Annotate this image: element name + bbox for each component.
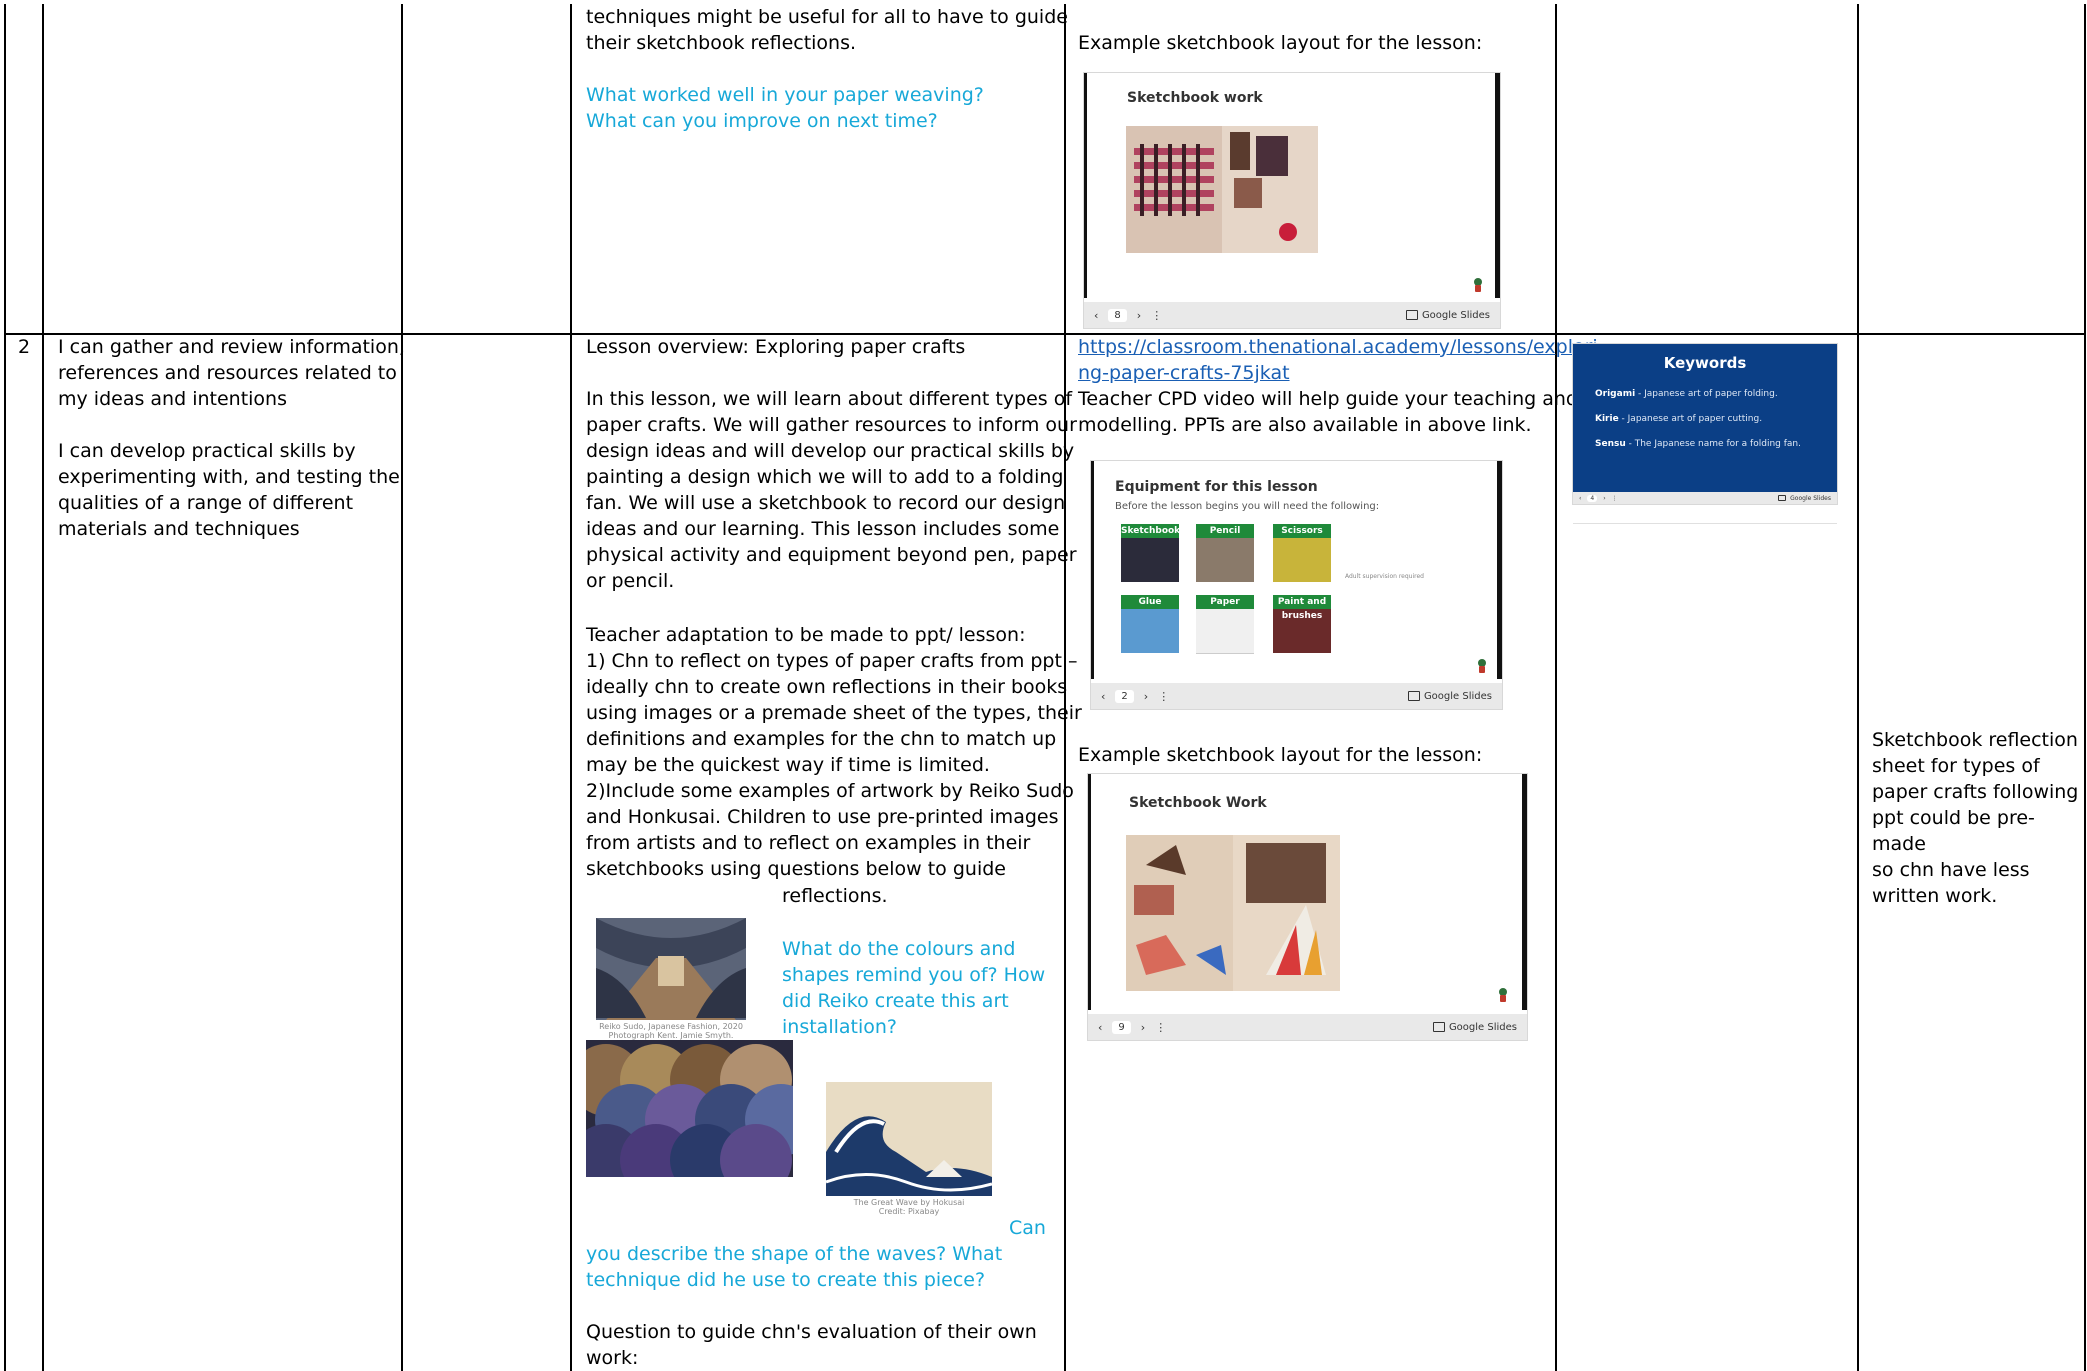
next-slide-icon[interactable]: › [1603, 495, 1605, 502]
slide-controls[interactable]: ‹ 9 › ⋮ Google Slides [1088, 1014, 1527, 1040]
great-wave-image [826, 1082, 992, 1196]
slide-page: 8 [1108, 308, 1127, 322]
divider [1573, 523, 1837, 524]
keyword-item: Sensu - The Japanese name for a folding … [1595, 439, 1801, 449]
more-options-icon[interactable]: ⋮ [1151, 309, 1162, 322]
keywords-slide-embed[interactable]: Keywords Origami - Japanese art of paper… [1573, 344, 1837, 504]
keyword-item: Origami - Japanese art of paper folding. [1595, 389, 1778, 399]
sketchbook-fan-photo [1126, 835, 1340, 991]
table-border [1555, 4, 1557, 1371]
sketchbook-work-slide-embed[interactable]: Sketchbook Work ‹ 9 › ⋮ Google Slides [1088, 774, 1527, 1040]
slides-provider: Google Slides [1423, 690, 1492, 702]
learning-objective-2: I can develop practical skills by experi… [58, 440, 400, 540]
equipment-item: Sketchbook [1121, 524, 1180, 582]
slides-provider: Google Slides [1448, 1021, 1517, 1033]
adaptation-note: Sketchbook reflection sheet for types of… [1872, 729, 2079, 907]
keywords-title: Keywords [1663, 354, 1747, 372]
prev-slide-icon[interactable]: ‹ [1098, 1021, 1102, 1034]
prev-slide-icon[interactable]: ‹ [1094, 309, 1098, 322]
slide-page: 9 [1112, 1020, 1131, 1034]
reflections-word: reflections. [782, 885, 888, 907]
cpd-note: Teacher CPD video will help guide your t… [1078, 388, 1578, 436]
reflection-questions: What worked well in your paper weaving? … [586, 84, 984, 132]
next-slide-icon[interactable]: › [1137, 309, 1141, 322]
slide-controls[interactable]: ‹ 4 › ⋮ Google Slides [1573, 492, 1837, 504]
great-wave-caption: The Great Wave by Hokusai Credit: Pixaba… [853, 1198, 965, 1216]
equipment-slide-embed[interactable]: Equipment for this lesson Before the les… [1091, 461, 1502, 709]
slide-page: 4 [1587, 494, 1598, 502]
reiko-question: What do the colours and shapes remind yo… [782, 938, 1046, 1038]
sketchbook-slide-embed[interactable]: Sketchbook work ‹ 8 › ⋮ Google Slides [1084, 73, 1500, 328]
keyword-item: Kirie - Japanese art of paper cutting. [1595, 414, 1763, 424]
prev-slide-icon[interactable]: ‹ [1101, 690, 1105, 703]
learning-objective-1: I can gather and review information, ref… [58, 336, 405, 410]
table-border [4, 4, 6, 1371]
table-border [401, 4, 403, 1371]
equipment-note: Adult supervision required [1345, 573, 1424, 580]
sketch-slide-title: Sketchbook Work [1129, 795, 1267, 811]
slides-provider: Google Slides [1421, 309, 1490, 321]
lesson-link-line-2[interactable]: ng-paper-crafts-75jkat [1078, 362, 1290, 384]
slide-controls[interactable]: ‹ 2 › ⋮ Google Slides [1091, 683, 1502, 709]
lesson-overview-title: Lesson overview: Exploring paper crafts [586, 336, 966, 358]
sketchbook-photo [1126, 126, 1318, 253]
equipment-slide-title: Equipment for this lesson [1115, 479, 1318, 495]
slide-controls[interactable]: ‹ 8 › ⋮ Google Slides [1084, 302, 1500, 328]
equipment-item: Paper [1196, 595, 1254, 654]
equipment-item: Pencil [1196, 524, 1254, 582]
equipment-item: Glue [1121, 595, 1179, 653]
slide-title: Sketchbook work [1127, 90, 1263, 106]
row-number: 2 [18, 336, 31, 358]
slides-logo-icon [1432, 1022, 1445, 1032]
resources-label: Example sketchbook layout for the lesson… [1078, 32, 1483, 54]
slides-logo-icon [1407, 691, 1420, 701]
equipment-item: Scissors [1273, 524, 1331, 582]
evaluation-question: Question to guide chn's evaluation of th… [586, 1321, 1037, 1369]
teacher-adaptation: Teacher adaptation to be made to ppt/ le… [586, 624, 1082, 880]
more-options-icon[interactable]: ⋮ [1612, 495, 1618, 502]
slide-page: 2 [1115, 689, 1134, 703]
folding-fans-image [586, 1040, 793, 1177]
example-layout-label: Example sketchbook layout for the lesson… [1078, 744, 1483, 766]
table-border [2084, 4, 2086, 1371]
prev-slide-icon[interactable]: ‹ [1579, 495, 1581, 502]
next-slide-icon[interactable]: › [1141, 1021, 1145, 1034]
keywords-panel: Keywords Origami - Japanese art of paper… [1573, 344, 1837, 492]
equipment-slide-subtitle: Before the lesson begins you will need t… [1115, 501, 1380, 512]
table-border [1857, 4, 1859, 1371]
wave-question-start: Can [1009, 1217, 1046, 1239]
slides-provider: Google Slides [1790, 494, 1831, 502]
slides-logo-icon [1778, 495, 1787, 501]
lesson-overview: In this lesson, we will learn about diff… [586, 388, 1077, 592]
table-border [570, 4, 572, 1371]
next-slide-icon[interactable]: › [1144, 690, 1148, 703]
equipment-item: Paint and brushes [1273, 595, 1331, 653]
more-options-icon[interactable]: ⋮ [1155, 1021, 1166, 1034]
activity-text: techniques might be useful for all to ha… [586, 6, 1068, 54]
lesson-link[interactable]: https://classroom.thenational.academy/le… [1078, 334, 1598, 386]
table-border [42, 4, 44, 1371]
reiko-sudo-installation-image [596, 918, 746, 1020]
slides-logo-icon [1405, 310, 1418, 320]
wave-question: you describe the shape of the waves? Wha… [586, 1243, 1003, 1291]
more-options-icon[interactable]: ⋮ [1158, 690, 1169, 703]
lesson-link-line-1[interactable]: https://classroom.thenational.academy/le… [1078, 336, 1598, 358]
